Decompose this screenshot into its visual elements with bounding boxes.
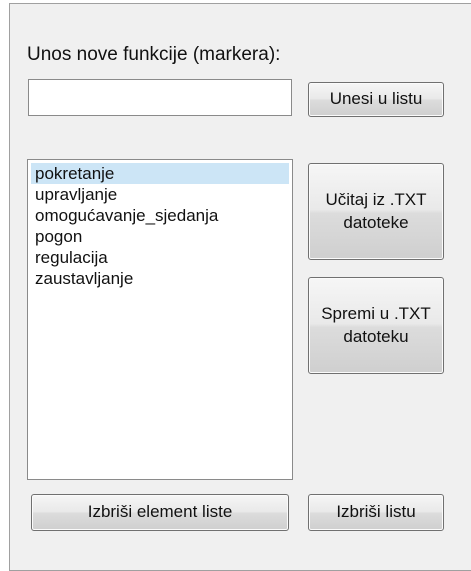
load-button-line-2: datoteke	[343, 212, 409, 232]
delete-item-button-label: Izbriši element liste	[87, 502, 233, 522]
list-item[interactable]: pogon	[31, 226, 289, 247]
list-item[interactable]: omogućavanje_sjedanja	[31, 205, 289, 226]
save-to-txt-button[interactable]: Spremi u .TXT datoteku	[308, 277, 444, 374]
list-item[interactable]: pokretanje	[31, 163, 289, 184]
delete-list-button[interactable]: Izbriši listu	[308, 494, 444, 531]
save-button-line-2: datoteku	[343, 326, 409, 346]
load-from-txt-button[interactable]: Učitaj iz .TXT datoteke	[308, 163, 444, 260]
add-to-list-button[interactable]: Unesi u listu	[308, 82, 444, 117]
load-button-line-1: Učitaj iz .TXT	[325, 189, 427, 209]
list-item[interactable]: regulacija	[31, 247, 289, 268]
list-item[interactable]: zaustavljanje	[31, 268, 289, 289]
marker-listbox[interactable]: pokretanje upravljanje omogućavanje_sjed…	[27, 159, 293, 480]
delete-list-item-button[interactable]: Izbriši element liste	[31, 494, 289, 531]
delete-list-button-label: Izbriši listu	[336, 502, 416, 522]
new-function-label: Unos nove funkcije (markera):	[27, 44, 281, 65]
list-item[interactable]: upravljanje	[31, 184, 289, 205]
add-to-list-button-label: Unesi u listu	[329, 89, 423, 109]
save-button-line-1: Spremi u .TXT	[321, 303, 431, 323]
new-function-input[interactable]	[28, 79, 292, 116]
